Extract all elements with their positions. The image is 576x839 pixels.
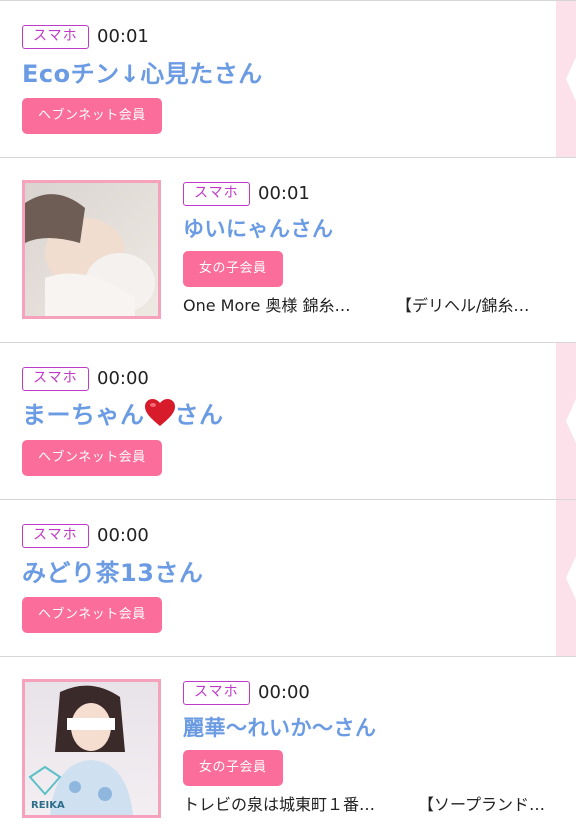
visit-time: 00:01	[258, 183, 310, 204]
visitor-name-part: まーちゃん	[22, 401, 145, 429]
device-badge: スマホ	[22, 524, 89, 548]
footprint-list: スマホ 00:01 Ecoチン↓心見たさん ヘブンネット会員 スマホ 00:01…	[0, 0, 576, 839]
list-item[interactable]: スマホ 00:00 みどり茶13さん ヘブンネット会員	[0, 499, 576, 656]
shop-genre: 【デリヘル/錦糸…	[396, 296, 530, 315]
row-arrow-rail[interactable]	[556, 343, 576, 499]
girl-photo-icon[interactable]: REIKA	[22, 679, 161, 818]
heart-icon	[144, 399, 175, 426]
member-type-badge: 女の子会員	[183, 750, 283, 786]
visitor-name[interactable]: みどり茶13さん	[22, 558, 203, 588]
visitor-name[interactable]: ゆいにゃんさん	[183, 214, 334, 244]
row-arrow-rail[interactable]	[556, 1, 576, 157]
device-badge: スマホ	[183, 182, 250, 206]
visitor-name[interactable]: 麗華〜れいか〜さん	[183, 713, 377, 743]
row-arrow-rail[interactable]	[556, 500, 576, 656]
visitor-name[interactable]: まーちゃん さん	[22, 399, 224, 430]
visit-time: 00:00	[97, 368, 149, 389]
member-type-badge: ヘブンネット会員	[22, 597, 162, 633]
member-type-badge: ヘブンネット会員	[22, 440, 162, 476]
shop-name[interactable]: トレビの泉は城東町１番…	[183, 795, 383, 815]
photo-placeholder	[25, 682, 158, 815]
member-type-badge: 女の子会員	[183, 251, 283, 287]
photo-caption: REIKA	[31, 800, 65, 811]
photo-placeholder	[25, 183, 158, 316]
list-item[interactable]: REIKA スマホ 00:00 麗華〜れいか〜さん 女の子会員 トレビの泉は城東…	[0, 656, 576, 839]
list-item[interactable]: スマホ 00:01 ゆいにゃんさん 女の子会員 One More 奥様 錦糸… …	[0, 157, 576, 342]
list-item[interactable]: スマホ 00:01 Ecoチン↓心見たさん ヘブンネット会員	[0, 0, 576, 157]
visitor-name[interactable]: Ecoチン↓心見たさん	[22, 59, 263, 89]
visitor-name-suffix: さん	[174, 401, 224, 429]
shop-name[interactable]: One More 奥様 錦糸…	[183, 296, 383, 316]
chevron-right-icon	[566, 57, 576, 101]
visit-time: 00:01	[97, 26, 149, 47]
list-item[interactable]: スマホ 00:00 まーちゃん さん ヘブンネット会員	[0, 342, 576, 499]
member-type-badge: ヘブンネット会員	[22, 98, 162, 134]
girl-photo-icon[interactable]	[22, 180, 161, 319]
device-badge: スマホ	[183, 681, 250, 705]
visit-time: 00:00	[258, 682, 310, 703]
visit-time: 00:00	[97, 525, 149, 546]
chevron-right-icon	[566, 556, 576, 600]
device-badge: スマホ	[22, 25, 89, 49]
device-badge: スマホ	[22, 367, 89, 391]
chevron-right-icon	[566, 399, 576, 443]
shop-genre: 【ソープランド…	[418, 795, 546, 814]
